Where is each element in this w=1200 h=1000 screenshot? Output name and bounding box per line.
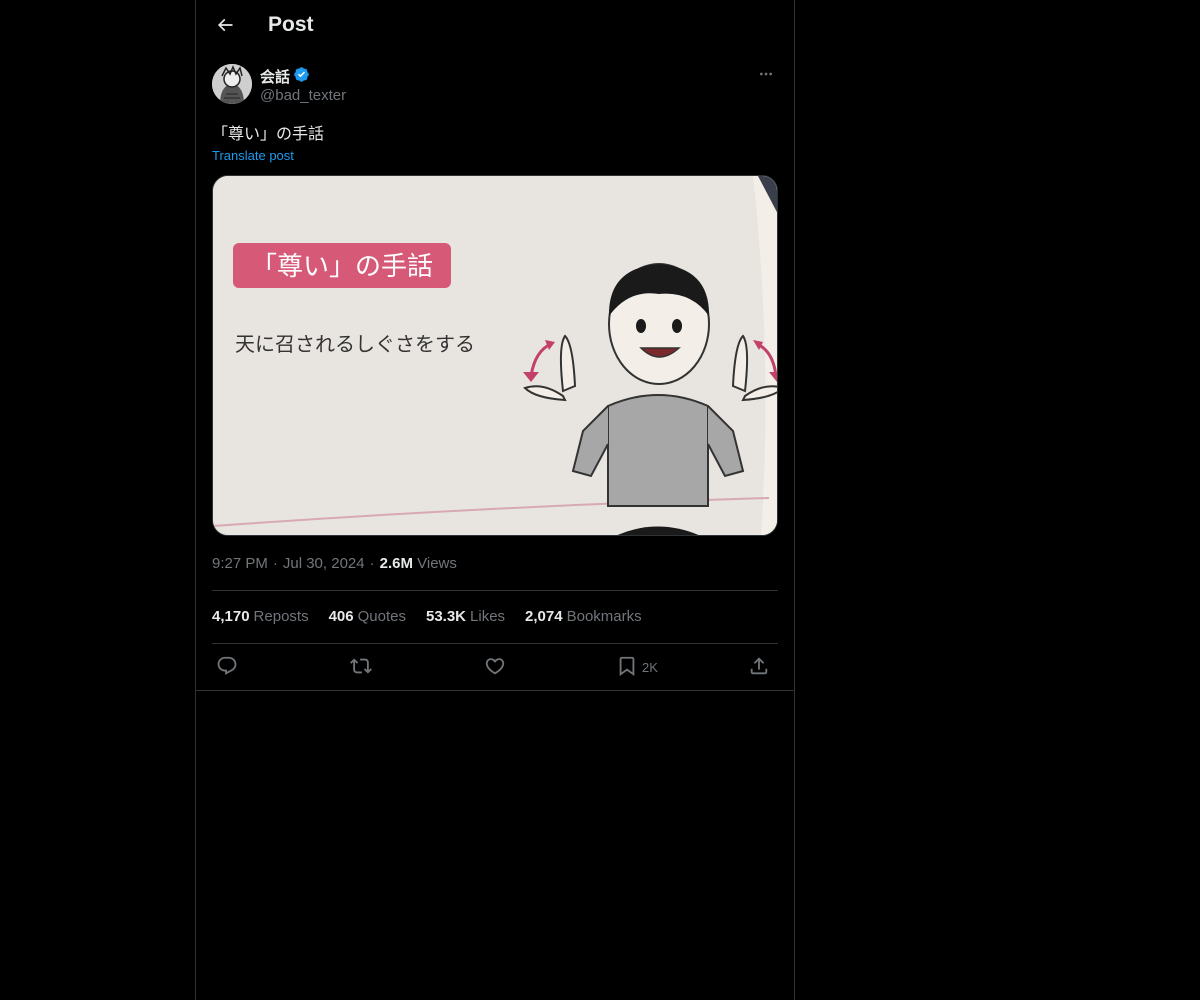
- likes-stat[interactable]: 53.3K Likes: [426, 608, 505, 625]
- reply-icon: [216, 655, 238, 680]
- divider: [212, 590, 778, 591]
- share-icon: [748, 655, 770, 680]
- bookmark-button[interactable]: 2K: [616, 652, 658, 682]
- bookmarks-count: 2,074: [525, 608, 563, 625]
- bookmarks-stat[interactable]: 2,074 Bookmarks: [525, 608, 642, 625]
- post-text: 「尊い」の手話: [212, 124, 325, 143]
- back-button[interactable]: [208, 10, 242, 44]
- like-button[interactable]: [484, 652, 506, 682]
- more-options-button[interactable]: [754, 64, 778, 88]
- heart-icon: [484, 655, 506, 680]
- top-bar: Post: [196, 0, 794, 53]
- engagement-stats: 4,170 Reposts 406 Quotes 53.3K Likes 2,074 B…: [212, 608, 642, 625]
- likes-count: 53.3K: [425, 608, 467, 625]
- bookmarks-label: Bookmarks: [566, 608, 642, 625]
- repost-button[interactable]: [350, 652, 372, 682]
- quotes-label: Quotes: [357, 608, 406, 625]
- display-name-text: 会話: [260, 68, 291, 86]
- likes-label: Likes: [470, 608, 506, 625]
- banner-text: 「尊い」の手話: [251, 252, 433, 282]
- post-date[interactable]: Jul 30, 2024: [283, 555, 365, 572]
- quotes-count: 406: [328, 608, 354, 625]
- meta-separator: ·: [369, 555, 375, 572]
- divider: [212, 643, 778, 644]
- action-bar: 2K: [212, 652, 778, 682]
- bookmark-count: 2K: [642, 659, 658, 675]
- views-label: Views: [417, 555, 457, 572]
- reposts-count: 4,170: [212, 608, 250, 625]
- verified-badge-icon: [293, 66, 310, 87]
- post-column: Post 会話 @bad_texter 「尊い」の手話 Translate po: [195, 0, 795, 1000]
- views-count: 2.6M: [379, 555, 413, 572]
- author-handle[interactable]: @bad_texter: [260, 87, 346, 104]
- bookmark-icon: [616, 655, 638, 680]
- post-meta: 9:27 PM · Jul 30, 2024 · 2.6M Views: [212, 555, 457, 572]
- reposts-stat[interactable]: 4,170 Reposts: [212, 608, 309, 625]
- meta-separator: ·: [272, 555, 278, 572]
- arrow-left-icon: [215, 15, 235, 40]
- more-dots-icon: [758, 66, 774, 87]
- share-button[interactable]: [748, 652, 770, 682]
- post-bottom-border: [196, 690, 794, 691]
- views-stat: 2.6M Views: [380, 555, 457, 572]
- sign-language-illustration: 「尊い」の手話 天に召されるしぐさをする: [213, 176, 777, 535]
- reply-button[interactable]: [216, 652, 238, 682]
- quotes-stat[interactable]: 406 Quotes: [329, 608, 406, 625]
- caption-text: 天に召されるしぐさをする: [235, 332, 475, 356]
- post-time[interactable]: 9:27 PM: [212, 555, 268, 572]
- reposts-label: Reposts: [253, 608, 309, 625]
- avatar[interactable]: [212, 64, 252, 104]
- repost-icon: [350, 655, 372, 680]
- author-name[interactable]: 会話: [260, 66, 310, 87]
- translate-post-link[interactable]: Translate post: [212, 148, 294, 163]
- post-author: 会話 @bad_texter: [212, 64, 778, 106]
- post-image[interactable]: 「尊い」の手話 天に召されるしぐさをする: [212, 175, 778, 536]
- page-title: Post: [268, 13, 314, 36]
